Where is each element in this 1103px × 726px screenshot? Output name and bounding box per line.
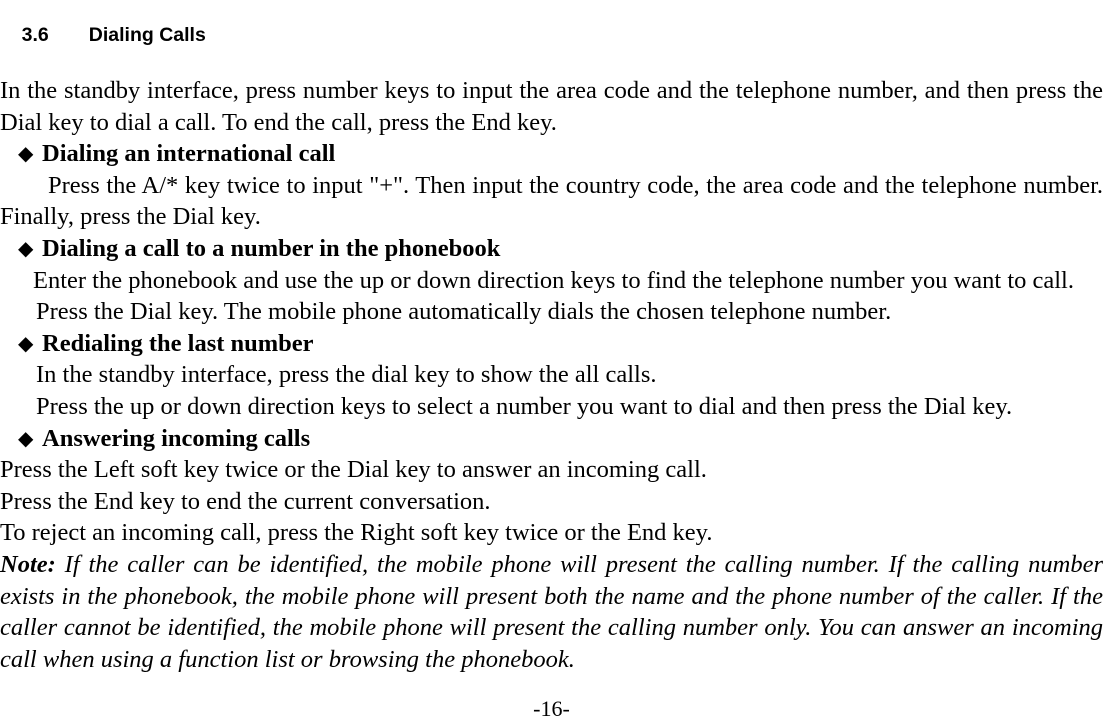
diamond-bullet-icon: ◆	[18, 235, 34, 260]
diamond-bullet-icon: ◆	[18, 141, 34, 166]
bullet-heading-answering: ◆ Answering incoming calls	[0, 423, 1103, 455]
diamond-bullet-icon: ◆	[18, 425, 34, 450]
bullet-label: Dialing an international call	[42, 140, 336, 168]
page-number: -16-	[533, 696, 570, 721]
section-heading: 3.6 Dialing Calls	[0, 0, 1103, 68]
note-paragraph: Note: If the caller can be identified, t…	[0, 549, 1103, 675]
bullet-label: Dialing a call to a number in the phoneb…	[42, 234, 501, 262]
section-number: 3.6	[21, 24, 49, 46]
bullet-heading-redialing: ◆ Redialing the last number	[0, 328, 1103, 360]
note-label: Note:	[0, 550, 56, 578]
paragraph-phonebook-dial: Press the Dial key. The mobile phone aut…	[36, 298, 892, 326]
intro-paragraph: In the standby interface, press number k…	[0, 77, 1103, 136]
document-page: 3.6 Dialing Calls In the standby interfac…	[0, 0, 1103, 726]
paragraph-answer-call: Press the Left soft key twice or the Dia…	[0, 456, 707, 484]
paragraph-end-call: Press the End key to end the current con…	[0, 487, 491, 515]
bullet-label: Answering incoming calls	[42, 424, 311, 452]
bullet-label: Redialing the last number	[42, 329, 314, 357]
diamond-bullet-icon: ◆	[18, 330, 34, 355]
paragraph-phonebook-find: Enter the phonebook and use the up or do…	[33, 266, 1074, 294]
note-text: If the caller can be identified, the mob…	[0, 550, 1103, 673]
bullet-heading-dialing-phonebook: ◆ Dialing a call to a number in the phone…	[0, 233, 1103, 265]
paragraph-international-call: Press the A/* key twice to input "+". Th…	[0, 171, 1103, 231]
paragraph-redial-select: Press the up or down direction keys to s…	[36, 392, 1013, 420]
bullet-heading-dialing-international: ◆ Dialing an international call	[0, 138, 1103, 170]
section-title: Dialing Calls	[88, 24, 206, 46]
note-spacer	[56, 551, 65, 578]
paragraph-reject-call: To reject an incoming call, press the Ri…	[0, 519, 713, 547]
paragraph-redial-show-calls: In the standby interface, press the dial…	[36, 361, 657, 389]
page-footer: -16-	[0, 696, 1103, 722]
